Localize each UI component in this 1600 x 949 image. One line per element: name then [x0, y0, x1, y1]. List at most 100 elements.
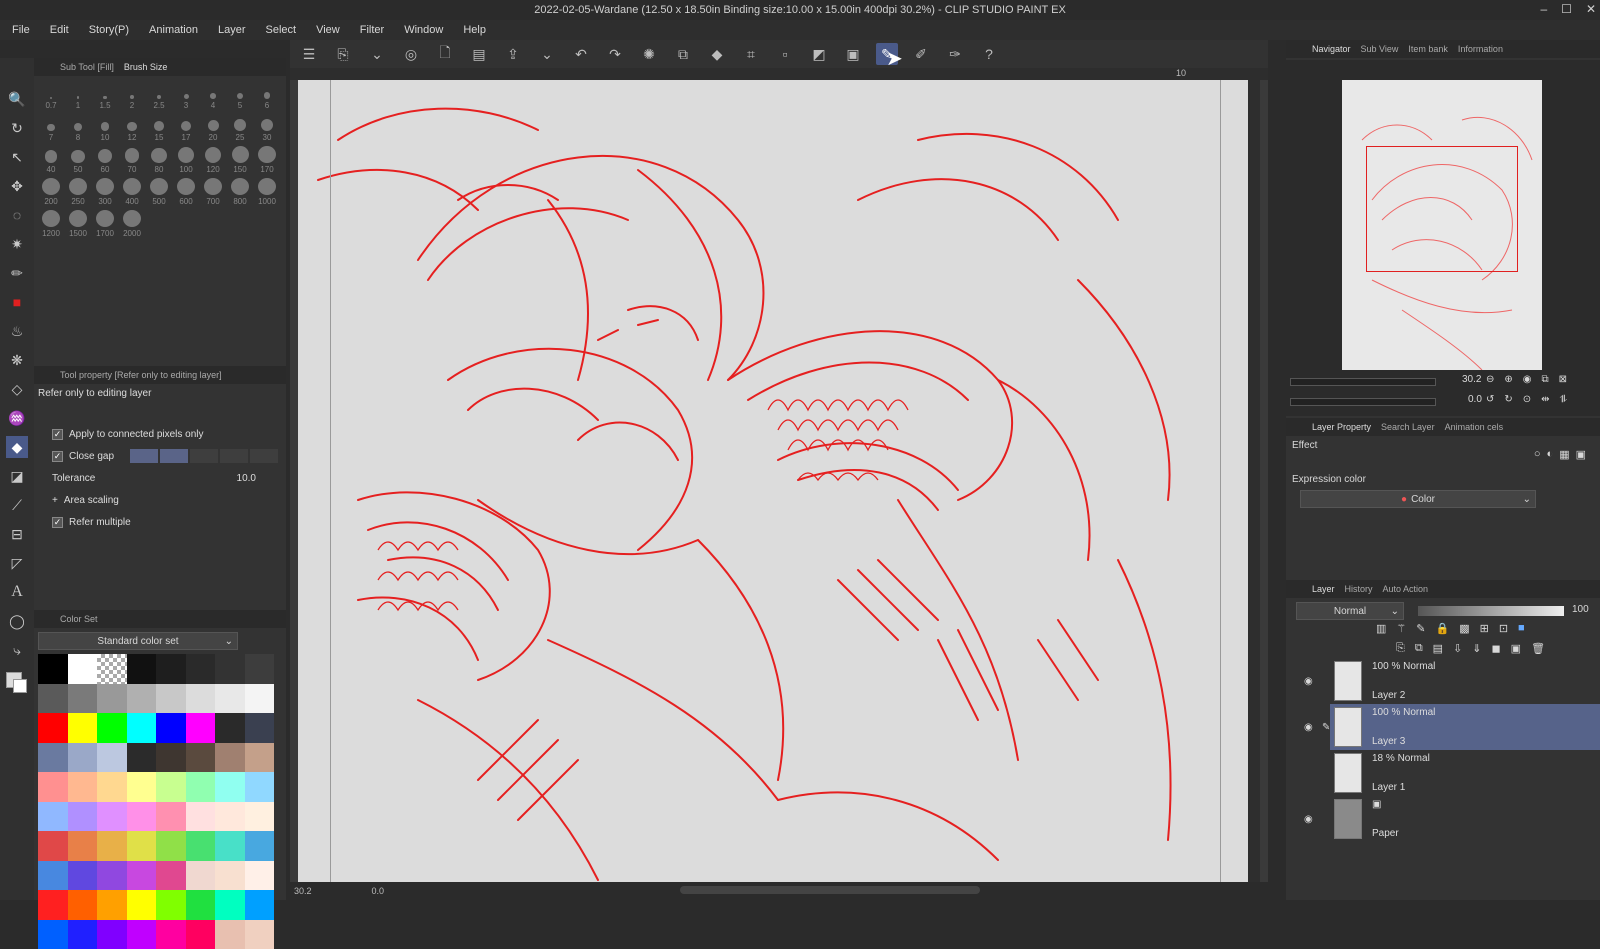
- brush-size-option[interactable]: 15: [146, 114, 172, 142]
- menu-file[interactable]: File: [12, 24, 30, 36]
- copy-icon[interactable]: ⧉: [672, 43, 694, 65]
- brush-size-option[interactable]: 1000: [254, 178, 280, 206]
- refer-multiple-checkbox[interactable]: ✓: [52, 517, 63, 528]
- brush-size-option[interactable]: 1200: [38, 210, 64, 238]
- eyedropper-icon[interactable]: ✏: [6, 262, 28, 284]
- color-swatch[interactable]: [156, 831, 186, 861]
- brush-size-option[interactable]: 700: [200, 178, 226, 206]
- brush-size-option[interactable]: 150: [227, 146, 253, 174]
- redo-icon[interactable]: ↷: [604, 43, 626, 65]
- rotate-value[interactable]: 0.0: [1468, 394, 1482, 405]
- brush-size-option[interactable]: 500: [146, 178, 172, 206]
- layer-row[interactable]: ◉ 100 % Normal Layer 2: [1330, 658, 1600, 704]
- mask-icon[interactable]: ⊞: [1480, 622, 1489, 635]
- brush-size-option[interactable]: 7: [38, 114, 64, 142]
- opacity-value[interactable]: 100: [1572, 604, 1589, 615]
- rotate-right-icon[interactable]: ↻: [1504, 394, 1512, 405]
- tolerance-value[interactable]: 10.0: [237, 473, 256, 484]
- color-swatch[interactable]: [215, 802, 245, 832]
- ruler-pen-icon[interactable]: ✑: [944, 43, 966, 65]
- eye-icon[interactable]: ◉: [1304, 676, 1313, 687]
- ref-layer-icon[interactable]: ⚚: [1396, 622, 1406, 635]
- ruler-icon[interactable]: ◸: [6, 552, 28, 574]
- color-swatch[interactable]: [186, 890, 216, 920]
- new-raster-icon[interactable]: ⎘: [1396, 642, 1405, 655]
- brush-size-option[interactable]: 100: [173, 146, 199, 174]
- color-swatch[interactable]: [127, 920, 157, 949]
- brush-size-option[interactable]: 1700: [92, 210, 118, 238]
- transfer-down-icon[interactable]: ⇩: [1453, 642, 1462, 655]
- color-swatch[interactable]: [156, 890, 186, 920]
- brush-size-option[interactable]: 3: [173, 82, 199, 110]
- fit-icon[interactable]: ◉: [1523, 374, 1532, 385]
- color-swatch[interactable]: [245, 654, 275, 684]
- status-zoom[interactable]: 30.2: [294, 886, 312, 896]
- color-swatch[interactable]: [215, 920, 245, 949]
- color-swatch[interactable]: [68, 743, 98, 773]
- blend-icon[interactable]: ♒: [6, 407, 28, 429]
- flip-horizontal-icon[interactable]: ⇹: [1541, 394, 1549, 405]
- brush-size-option[interactable]: 1: [65, 82, 91, 110]
- flip-vertical-icon[interactable]: ⥮: [1560, 394, 1567, 405]
- open-folder-icon[interactable]: ▤: [468, 43, 490, 65]
- brush-size-option[interactable]: 2: [119, 82, 145, 110]
- menu-animation[interactable]: Animation: [149, 24, 198, 36]
- tone-effect-icon[interactable]: ◐: [1547, 448, 1554, 461]
- color-swatch[interactable]: [186, 772, 216, 802]
- color-swatch[interactable]: [156, 713, 186, 743]
- color-swatch[interactable]: [97, 861, 127, 891]
- color-swatch[interactable]: [215, 684, 245, 714]
- color-swatch[interactable]: [97, 713, 127, 743]
- tab-item-bank[interactable]: Item bank: [1408, 44, 1448, 54]
- color-swatch[interactable]: [245, 861, 275, 891]
- color-swatch[interactable]: [38, 772, 68, 802]
- navigator-thumbnail[interactable]: [1342, 80, 1542, 370]
- color-swatch[interactable]: [68, 890, 98, 920]
- color-swatch[interactable]: [38, 861, 68, 891]
- brush-size-option[interactable]: 25: [227, 114, 253, 142]
- decoration-icon[interactable]: ❋: [6, 349, 28, 371]
- operation-icon[interactable]: ↖: [6, 146, 28, 168]
- tab-animation-cels[interactable]: Animation cels: [1445, 422, 1504, 432]
- frame-icon[interactable]: ⊟: [6, 523, 28, 545]
- color-swatch[interactable]: [127, 890, 157, 920]
- color-swatch[interactable]: [38, 802, 68, 832]
- tab-layer[interactable]: Layer: [1312, 584, 1335, 594]
- brush-size-option[interactable]: 12: [119, 114, 145, 142]
- menu-window[interactable]: Window: [404, 24, 443, 36]
- brush-size-option[interactable]: 2000: [119, 210, 145, 238]
- color-swatch[interactable]: [186, 831, 216, 861]
- layer-row[interactable]: ◉ ▣ Paper: [1330, 796, 1600, 842]
- color-swatch[interactable]: [215, 772, 245, 802]
- tab-auto-action[interactable]: Auto Action: [1383, 584, 1429, 594]
- color-swatch[interactable]: [215, 743, 245, 773]
- brush-size-option[interactable]: 2.5: [146, 82, 172, 110]
- color-swatch[interactable]: [97, 802, 127, 832]
- full-view-icon[interactable]: ⧉: [1542, 374, 1549, 385]
- balloon-icon[interactable]: ◯: [6, 610, 28, 632]
- color-swatch[interactable]: [156, 802, 186, 832]
- stamp-icon[interactable]: ◎: [400, 43, 422, 65]
- brush-size-option[interactable]: 200: [38, 178, 64, 206]
- color-swatch[interactable]: [156, 684, 186, 714]
- menu-filter[interactable]: Filter: [360, 24, 384, 36]
- color-swatch[interactable]: [97, 920, 127, 949]
- brush-size-option[interactable]: 300: [92, 178, 118, 206]
- color-swatch[interactable]: [245, 802, 275, 832]
- brush-size-option[interactable]: 1.5: [92, 82, 118, 110]
- color-swatch[interactable]: [97, 684, 127, 714]
- tab-sub-view[interactable]: Sub View: [1361, 44, 1399, 54]
- brush-size-option[interactable]: 70: [119, 146, 145, 174]
- color-icon[interactable]: ■: [1518, 622, 1525, 635]
- minimize-icon[interactable]: –: [1540, 2, 1547, 16]
- brush-size-option[interactable]: 20: [200, 114, 226, 142]
- blank-icon[interactable]: ▫: [774, 43, 796, 65]
- brush-size-option[interactable]: 40: [38, 146, 64, 174]
- color-swatch[interactable]: [68, 713, 98, 743]
- rotate-left-icon[interactable]: ↺: [1486, 394, 1494, 405]
- zoom-slider[interactable]: [1290, 378, 1436, 386]
- mosaic-effect-icon[interactable]: ▦: [1559, 448, 1569, 461]
- color-swatch[interactable]: [156, 743, 186, 773]
- blend-mode-select[interactable]: Normal ⌄: [1296, 602, 1404, 620]
- expand-icon[interactable]: +: [52, 495, 58, 506]
